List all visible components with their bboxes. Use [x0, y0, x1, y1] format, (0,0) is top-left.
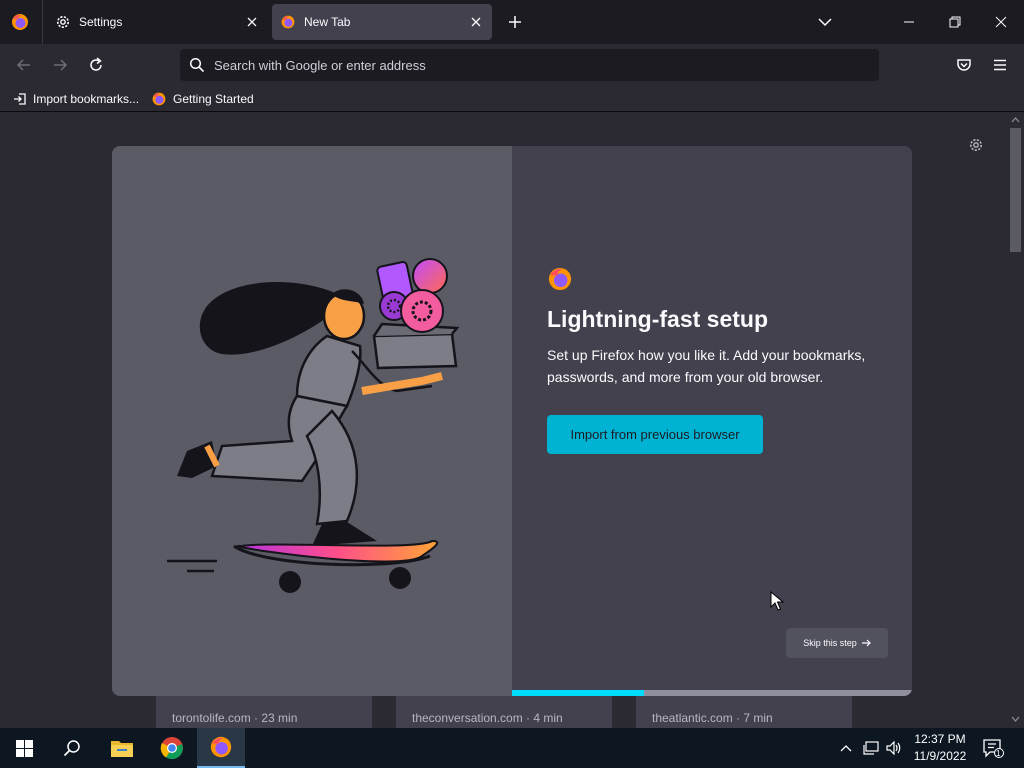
tab-strip: Settings New Tab: [0, 0, 1024, 44]
reload-icon[interactable]: [81, 50, 111, 80]
firefox-icon: [280, 14, 296, 30]
scroll-up-icon[interactable]: [1011, 117, 1020, 123]
clock-time: 12:37 PM: [914, 732, 966, 746]
search-input[interactable]: [214, 57, 814, 73]
arrow-right-icon: [861, 638, 871, 648]
forward-arrow-icon[interactable]: [45, 50, 75, 80]
tab-label: Settings: [79, 15, 123, 29]
gear-icon: [55, 14, 71, 30]
tab-divider: [42, 0, 43, 44]
story-source: torontolife.com · 23 min: [172, 711, 298, 725]
onboarding-progress-bar: [512, 690, 912, 696]
bookmarks-toolbar: Import bookmarks... Getting Started: [0, 86, 1024, 112]
story-card[interactable]: theconversation.com · 4 min: [396, 696, 612, 728]
show-hidden-icons-chevron-icon[interactable]: [836, 728, 856, 768]
back-arrow-icon[interactable]: [9, 50, 39, 80]
new-tab-plus-icon[interactable]: [505, 12, 525, 32]
taskbar-search-icon[interactable]: [48, 728, 96, 768]
onboarding-illustration-panel: [112, 146, 512, 696]
restore-icon[interactable]: [932, 0, 978, 44]
new-tab-page: torontolife.com · 23 min theconversation…: [0, 112, 1024, 728]
search-icon: [189, 57, 205, 73]
story-card[interactable]: torontolife.com · 23 min: [156, 696, 372, 728]
pocket-icon[interactable]: [949, 50, 979, 80]
windows-taskbar: 12:37 PM 11/9/2022 1: [0, 728, 1024, 768]
action-center-icon[interactable]: 1: [978, 728, 1008, 768]
bookmark-label: Getting Started: [173, 92, 254, 106]
onboarding-text-panel: Lightning-fast setup Set up Firefox how …: [512, 146, 912, 696]
skip-label: Skip this step: [803, 638, 857, 648]
import-icon: [13, 92, 27, 106]
menu-hamburger-icon[interactable]: [985, 50, 1015, 80]
close-window-icon[interactable]: [978, 0, 1024, 44]
volume-icon[interactable]: [884, 728, 904, 768]
scrollbar[interactable]: [1007, 112, 1024, 728]
firefox-taskbar-icon[interactable]: [197, 728, 245, 768]
clock-date: 11/9/2022: [913, 749, 967, 763]
skip-step-button[interactable]: Skip this step: [786, 628, 888, 658]
firefox-view-icon[interactable]: [10, 12, 30, 32]
bookmark-import[interactable]: Import bookmarks...: [13, 90, 139, 108]
chrome-icon[interactable]: [148, 728, 196, 768]
close-tab-icon[interactable]: [244, 14, 260, 30]
network-icon[interactable]: [861, 728, 881, 768]
bookmark-label: Import bookmarks...: [33, 92, 140, 106]
bookmark-getting-started[interactable]: Getting Started: [151, 90, 254, 108]
scroll-down-icon[interactable]: [1011, 716, 1020, 722]
windows-start-icon[interactable]: [0, 728, 48, 768]
tab-new-tab[interactable]: New Tab: [272, 4, 492, 40]
import-from-browser-button[interactable]: Import from previous browser: [547, 415, 763, 454]
onboarding-title: Lightning-fast setup: [547, 306, 769, 332]
skateboarder-illustration: [167, 258, 460, 593]
progress-fill: [512, 690, 644, 696]
tab-settings[interactable]: Settings: [46, 4, 268, 40]
mouse-cursor-icon: [770, 591, 784, 611]
firefox-icon: [151, 91, 167, 107]
file-explorer-icon[interactable]: [98, 728, 146, 768]
tab-label: New Tab: [304, 15, 351, 29]
story-card[interactable]: theatlantic.com · 7 min: [636, 696, 852, 728]
story-source: theatlantic.com · 7 min: [652, 711, 773, 725]
firefox-logo-icon: [547, 266, 573, 292]
list-all-tabs-chevron-icon[interactable]: [815, 12, 835, 32]
address-bar[interactable]: [180, 49, 879, 81]
minimize-icon[interactable]: [886, 0, 932, 44]
onboarding-subtitle: Set up Firefox how you like it. Add your…: [547, 347, 866, 385]
story-source: theconversation.com · 4 min: [412, 711, 563, 725]
system-clock[interactable]: 12:37 PM 11/9/2022: [905, 731, 975, 765]
close-tab-icon[interactable]: [468, 14, 484, 30]
notification-count: 1: [996, 749, 1001, 758]
onboarding-modal: Lightning-fast setup Set up Firefox how …: [112, 146, 912, 696]
personalize-gear-icon[interactable]: [966, 135, 986, 155]
scroll-thumb[interactable]: [1010, 128, 1021, 252]
